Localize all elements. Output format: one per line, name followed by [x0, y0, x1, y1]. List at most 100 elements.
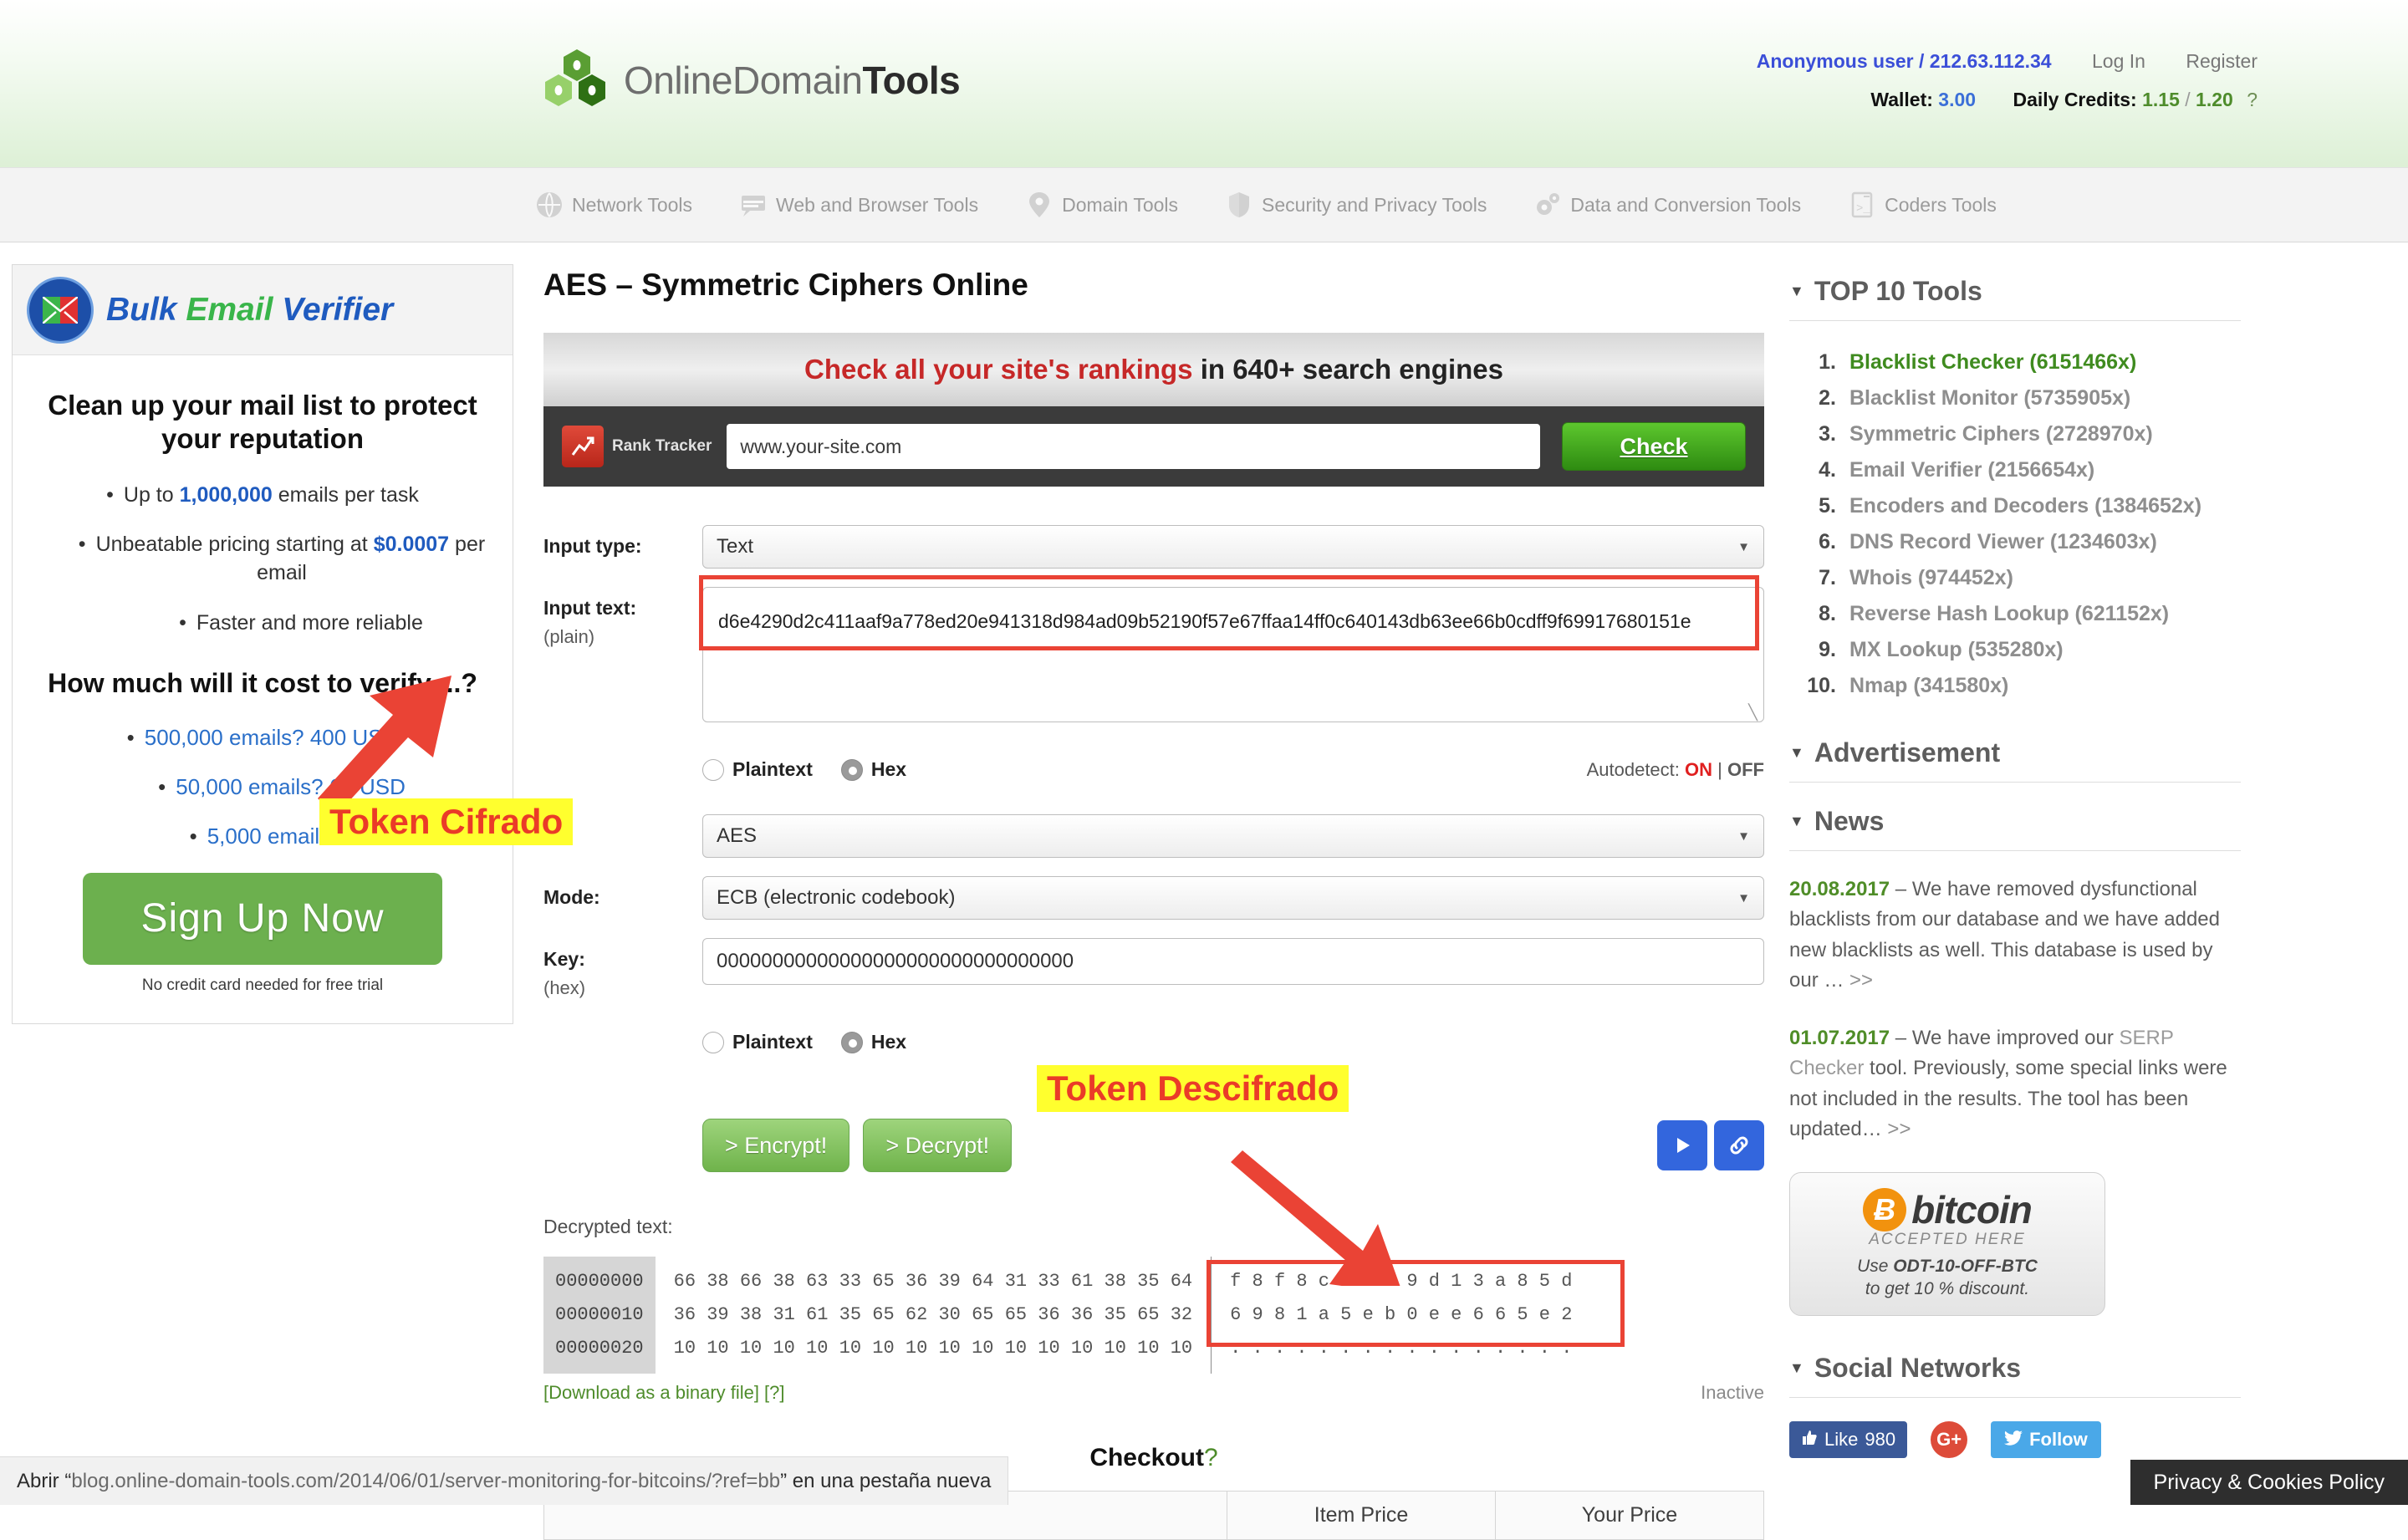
site-logo[interactable]: OnlineDomainTools [543, 48, 961, 112]
mode-label-wrap: Mode: [543, 876, 702, 909]
action-icon-buttons [1650, 1120, 1764, 1170]
promo-code: ODT-10-OFF-BTC [1893, 1256, 2038, 1276]
tool-link[interactable]: Symmetric Ciphers (2728970x) [1849, 416, 2153, 452]
nav-item-coders-tools[interactable]: >_ Coders Tools [1848, 191, 1997, 219]
list-item[interactable]: 3. Symmetric Ciphers (2728970x) [1789, 416, 2241, 452]
rank-tracker-banner[interactable]: Check all your site's rankings in 640+ s… [543, 333, 1764, 487]
list-item[interactable]: 2. Blacklist Monitor (5735905x) [1789, 380, 2241, 416]
wallet-value: 3.00 [1938, 89, 1977, 110]
rank-number: 10. [1807, 674, 1836, 697]
checkout-help-icon[interactable]: ? [1204, 1444, 1218, 1471]
resize-grip-icon[interactable]: ╲ [1748, 704, 1758, 722]
daily-credits-help-icon[interactable]: ? [2247, 89, 2258, 110]
daily-credits-total: 1.20 [2196, 89, 2233, 110]
news-item: 20.08.2017 – We have removed dysfunction… [1789, 875, 2241, 997]
browser-icon [739, 191, 768, 219]
checkout-label: Checkout [1089, 1444, 1204, 1471]
tool-link[interactable]: Blacklist Checker (6151466x) [1849, 344, 2136, 380]
bullet-strong: 1,000,000 [179, 482, 273, 507]
news-date: 01.07.2017 [1789, 1026, 1890, 1049]
list-item[interactable]: 4. Email Verifier (2156654x) [1789, 452, 2241, 488]
twitter-bird-icon [2004, 1429, 2023, 1451]
download-help-icon[interactable]: [?] [764, 1382, 784, 1403]
news-more-link[interactable]: >> [1849, 969, 1873, 992]
ad-price-list: 500,000 emails? 400 USD 50,000 emails? 6… [24, 725, 501, 849]
list-item[interactable]: 1. Blacklist Checker (6151466x) [1789, 344, 2241, 380]
list-item[interactable]: 8. Reverse Hash Lookup (621152x) [1789, 596, 2241, 632]
list-item[interactable]: 10. Nmap (341580x) [1789, 668, 2241, 704]
user-identity[interactable]: Anonymous user / 212.63.112.34 [1757, 50, 2052, 72]
decrypt-button[interactable]: > Decrypt! [863, 1119, 1013, 1172]
ad-headline: Clean up your mail list to protect your … [48, 390, 477, 455]
top10-section-header[interactable]: ▼ TOP 10 Tools [1789, 276, 2241, 307]
bitcoin-accepted-badge[interactable]: Ƀ bitcoin ACCEPTED HERE Use ODT-10-OFF-B… [1789, 1171, 2105, 1316]
sign-up-now-button[interactable]: Sign Up Now [83, 872, 442, 965]
encrypt-button[interactable]: > Encrypt! [702, 1119, 850, 1172]
daily-credits-separator: / [2185, 89, 2191, 110]
rank-tracker-site-input[interactable] [727, 424, 1540, 469]
register-link[interactable]: Register [2186, 50, 2258, 72]
input-text-textarea[interactable]: d6e4290d2c411aaf9a778ed20e941318d984ad09… [702, 587, 1764, 722]
list-item[interactable]: 6. DNS Record Viewer (1234603x) [1789, 524, 2241, 560]
tool-link[interactable]: Reverse Hash Lookup (621152x) [1849, 596, 2169, 632]
play-icon[interactable] [1657, 1120, 1707, 1170]
nav-item-web-and-browser-tools[interactable]: Web and Browser Tools [739, 191, 978, 219]
price-value: 400 USD [309, 724, 399, 750]
price-question: 5,000 emails? [207, 823, 349, 849]
tool-link[interactable]: Encoders and Decoders (1384652x) [1849, 488, 2201, 524]
list-item: Faster and more reliable [24, 609, 501, 638]
rank-tracker-check-button[interactable]: Check [1562, 422, 1746, 471]
login-link[interactable]: Log In [2092, 50, 2145, 72]
rank-number: 5. [1819, 494, 1836, 518]
mode-select[interactable]: ECB (electronic codebook) ▼ [702, 876, 1764, 920]
key-plaintext-label: Plaintext [732, 1031, 813, 1053]
key-plaintext-radio[interactable] [702, 1031, 724, 1053]
autodetect-control: Autodetect: ON | OFF [1587, 759, 1764, 781]
download-binary-link[interactable]: [Download as a binary file] [543, 1382, 759, 1403]
link-icon[interactable] [1714, 1120, 1764, 1170]
advertisement-section-header[interactable]: ▼ Advertisement [1789, 737, 2241, 768]
input-type-select[interactable]: Text ▼ [702, 525, 1764, 569]
autodetect-off-option[interactable]: OFF [1727, 759, 1764, 780]
tool-link[interactable]: Whois (974452x) [1849, 560, 2013, 596]
tool-link[interactable]: Email Verifier (2156654x) [1849, 452, 2094, 488]
nav-item-data-and-conversion-tools[interactable]: Data and Conversion Tools [1533, 191, 1801, 219]
list-item[interactable]: 5. Encoders and Decoders (1384652x) [1789, 488, 2241, 524]
social-networks-section-header[interactable]: ▼ Social Networks [1789, 1353, 2241, 1384]
news-section-header[interactable]: ▼ News [1789, 806, 2241, 837]
mode-label: Mode: [543, 886, 600, 908]
tool-link[interactable]: Blacklist Monitor (5735905x) [1849, 380, 2130, 416]
algorithm-select[interactable]: AES ▼ [702, 814, 1764, 858]
checkout-col-your-price: Your Price [1495, 1491, 1764, 1540]
chevron-down-icon: ▼ [1737, 829, 1750, 844]
browser-status-bar: Abrir “blog.online-domain-tools.com/2014… [0, 1456, 1009, 1505]
key-hex-radio[interactable] [840, 1031, 863, 1053]
nav-label: Web and Browser Tools [776, 193, 979, 216]
ad-brand: Bulk Email Verifier [106, 292, 393, 329]
list-item[interactable]: 9. MX Lookup (535280x) [1789, 632, 2241, 668]
tool-link[interactable]: Nmap (341580x) [1849, 668, 2008, 704]
nav-item-security-and-privacy-tools[interactable]: Security and Privacy Tools [1225, 191, 1487, 219]
input-hex-radio[interactable] [840, 758, 863, 781]
hex-dump-ascii: f 8 f 8 c 3 e 6 9 d 1 3 a 8 5 d 6 9 8 1 … [1207, 1257, 1625, 1374]
google-plus-icon[interactable]: G+ [1931, 1420, 1968, 1458]
tool-link[interactable]: MX Lookup (535280x) [1849, 632, 2064, 668]
algorithm-value: AES [717, 824, 758, 847]
twitter-follow-button[interactable]: Follow [1991, 1420, 2101, 1458]
facebook-like-button[interactable]: Like 980 [1789, 1420, 1908, 1458]
check-button-label: Check [1620, 433, 1688, 459]
list-item[interactable]: 7. Whois (974452x) [1789, 560, 2241, 596]
bullet-post: emails per task [272, 482, 419, 507]
decrypted-text-label: Decrypted text: [543, 1216, 673, 1237]
news-more-link[interactable]: >> [1887, 1118, 1911, 1140]
input-plaintext-radio[interactable] [702, 758, 724, 781]
bulk-email-verifier-ad[interactable]: Bulk Email Verifier Clean up your mail l… [12, 264, 513, 1024]
rank-number: 8. [1819, 602, 1836, 625]
tool-link[interactable]: DNS Record Viewer (1234603x) [1849, 524, 2157, 560]
left-sidebar: Bulk Email Verifier Clean up your mail l… [12, 264, 513, 1024]
nav-item-domain-tools[interactable]: Domain Tools [1025, 191, 1178, 219]
nav-item-network-tools[interactable]: Network Tools [535, 191, 692, 219]
key-input[interactable]: 00000000000000000000000000000000 [702, 938, 1764, 985]
autodetect-on-option[interactable]: ON [1685, 759, 1712, 780]
cookie-policy-bar[interactable]: Privacy & Cookies Policy [2130, 1460, 2408, 1505]
